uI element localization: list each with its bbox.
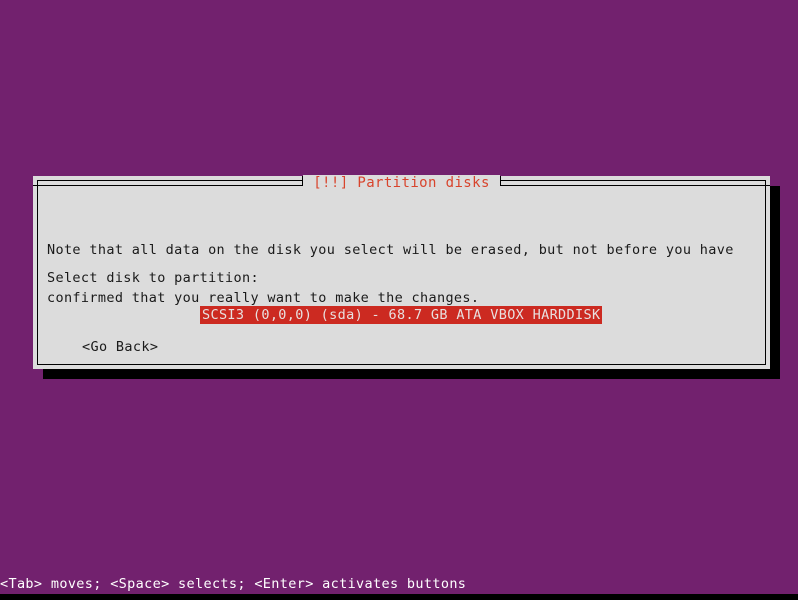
partition-disks-dialog: [!!] Partition disks Note that all data …	[33, 174, 771, 369]
go-back-button[interactable]: <Go Back>	[82, 339, 158, 355]
disk-option-sda[interactable]: SCSI3 (0,0,0) (sda) - 68.7 GB ATA VBOX H…	[200, 306, 603, 324]
select-disk-prompt: Select disk to partition:	[47, 270, 259, 286]
note-line-1: Note that all data on the disk you selec…	[47, 242, 734, 258]
note-line-2: confirmed that you really want to make t…	[47, 290, 480, 306]
installer-screen: [!!] Partition disks Note that all data …	[0, 0, 798, 600]
bottom-black-strip	[0, 594, 798, 600]
dialog-body: Note that all data on the disk you selec…	[38, 194, 765, 364]
status-bar-help-text: <Tab> moves; <Space> selects; <Enter> ac…	[0, 576, 467, 592]
